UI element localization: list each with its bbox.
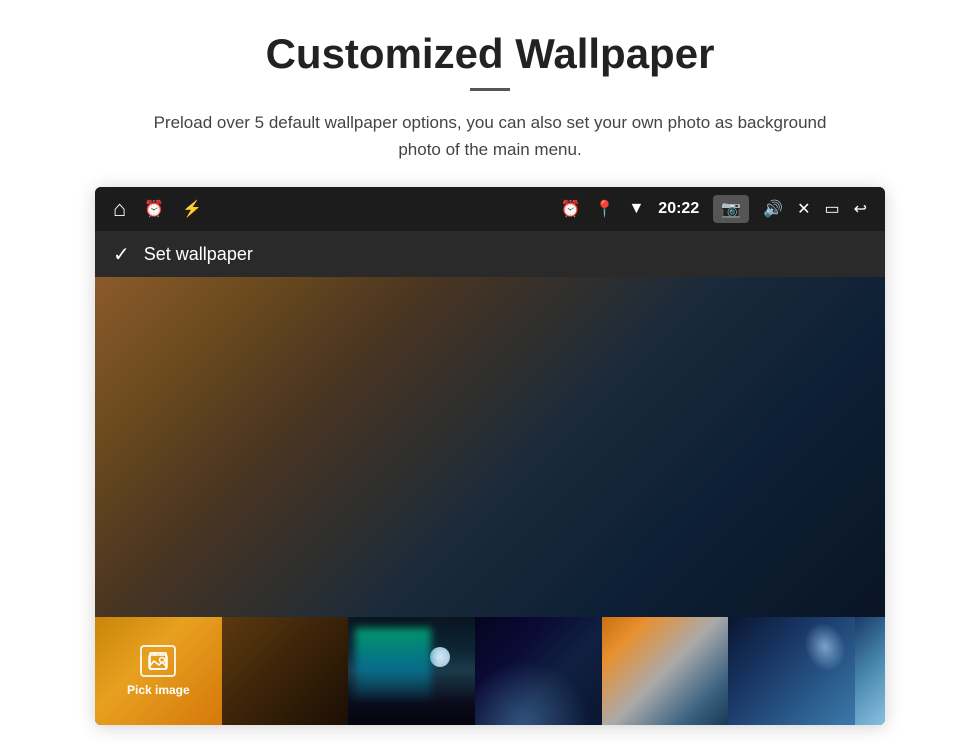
location-icon: 📍 bbox=[595, 199, 615, 219]
wallpaper-thumb-1[interactable] bbox=[222, 617, 349, 725]
home-icon[interactable]: ⌂ bbox=[113, 196, 126, 222]
pick-image-icon bbox=[140, 645, 176, 677]
wallpaper-thumb-5[interactable] bbox=[728, 617, 855, 725]
page-title: Customized Wallpaper bbox=[266, 30, 715, 78]
wifi-icon: ▼ bbox=[628, 200, 644, 218]
clock-icon: ⏰ bbox=[561, 199, 581, 219]
page-container: Customized Wallpaper Preload over 5 defa… bbox=[0, 0, 980, 745]
wallpaper-preview bbox=[95, 277, 885, 617]
aurora-effect bbox=[355, 628, 431, 704]
time-display: 20:22 bbox=[658, 200, 699, 218]
status-right: ⏰ 📍 ▼ 20:22 📷 🔊 ✕ ▭ ↩ bbox=[561, 195, 867, 223]
title-divider bbox=[470, 88, 510, 91]
app-bar-title: Set wallpaper bbox=[144, 244, 253, 265]
wallpaper-thumb-partial bbox=[855, 617, 885, 725]
wallpaper-thumb-2[interactable] bbox=[348, 617, 475, 725]
page-subtitle: Preload over 5 default wallpaper options… bbox=[154, 109, 827, 163]
status-left: ⌂ ⏰ ⚡ bbox=[113, 196, 202, 222]
window-icon[interactable]: ▭ bbox=[824, 199, 839, 219]
usb-icon: ⚡ bbox=[182, 199, 202, 219]
android-screen: ⌂ ⏰ ⚡ ⏰ 📍 ▼ 20:22 📷 🔊 ✕ ▭ ↩ ✓ Set wallpa bbox=[95, 187, 885, 725]
close-icon[interactable]: ✕ bbox=[797, 199, 810, 219]
status-bar: ⌂ ⏰ ⚡ ⏰ 📍 ▼ 20:22 📷 🔊 ✕ ▭ ↩ bbox=[95, 187, 885, 231]
camera-icon-box: 📷 bbox=[713, 195, 749, 223]
camera-icon: 📷 bbox=[721, 199, 741, 219]
wallpaper-thumb-3[interactable] bbox=[475, 617, 602, 725]
volume-icon[interactable]: 🔊 bbox=[763, 199, 783, 219]
pick-image-thumb[interactable]: Pick image bbox=[95, 617, 222, 725]
wallpaper-thumb-4[interactable] bbox=[602, 617, 729, 725]
app-bar: ✓ Set wallpaper bbox=[95, 231, 885, 277]
pick-image-label: Pick image bbox=[127, 683, 190, 697]
alarm-icon: ⏰ bbox=[144, 199, 164, 219]
thumbnail-row: Pick image bbox=[95, 617, 885, 725]
check-icon[interactable]: ✓ bbox=[113, 242, 130, 267]
back-icon[interactable]: ↩ bbox=[854, 199, 867, 219]
